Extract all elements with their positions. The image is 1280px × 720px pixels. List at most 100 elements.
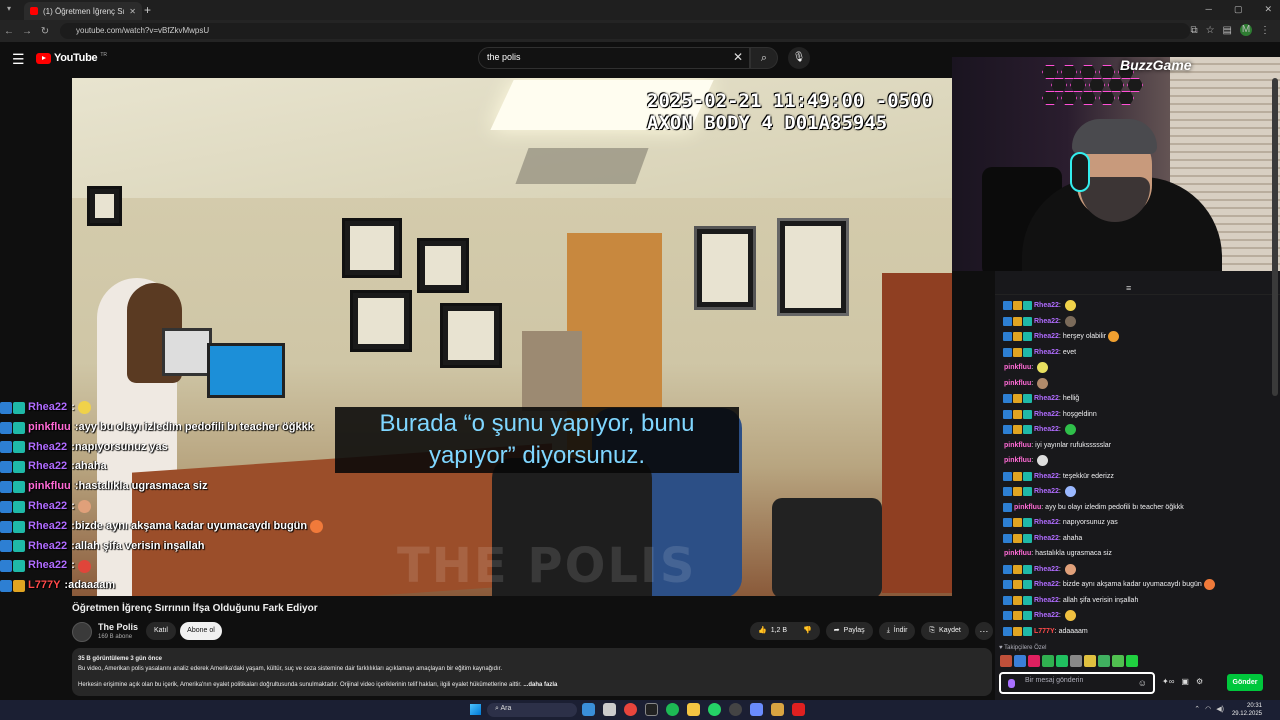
save-button[interactable]: ⎘ Kaydet xyxy=(921,622,969,640)
browser-menu-icon[interactable]: ⋮ xyxy=(1260,25,1270,36)
emote-icon[interactable] xyxy=(1042,655,1054,667)
more-options-icon[interactable]: ⋯ xyxy=(974,622,993,640)
chat-username[interactable]: Rhea22 xyxy=(1034,562,1059,578)
app-icon[interactable] xyxy=(750,703,763,716)
reload-icon[interactable]: ↻ xyxy=(36,26,54,37)
chat-username[interactable]: Rhea22 xyxy=(1034,484,1059,500)
wifi-icon[interactable]: ◠ xyxy=(1205,705,1211,713)
chat-username[interactable]: Rhea22 xyxy=(1034,593,1059,609)
minimize-icon[interactable]: ─ xyxy=(1206,4,1212,15)
chat-username[interactable]: pinkfluu xyxy=(1004,360,1031,376)
maximize-icon[interactable]: ▢ xyxy=(1234,4,1243,15)
chat-username[interactable]: Rhea22 xyxy=(1034,608,1059,624)
chat-username[interactable]: Rhea22 xyxy=(1034,469,1059,485)
dislike-button[interactable]: 👎 xyxy=(795,622,820,640)
browser-tab-active[interactable]: (1) Öğretmen İğrenç Sırrının İfş... ✕ xyxy=(24,2,142,20)
taskbar-clock[interactable]: 20:31 29.12.2025 xyxy=(1232,702,1262,718)
video-description[interactable]: 35 B görüntüleme 3 gün önce Bu video, Am… xyxy=(72,648,992,696)
volume-icon[interactable]: ◀) xyxy=(1216,705,1224,713)
chat-username[interactable]: Rhea22 xyxy=(1034,345,1059,361)
chat-username[interactable]: pinkfluu xyxy=(1004,376,1031,392)
chat-username[interactable]: Rhea22 xyxy=(28,497,67,517)
chat-username[interactable]: Rhea22 xyxy=(28,398,67,418)
windows-start-icon[interactable] xyxy=(470,704,481,715)
profile-avatar[interactable]: M xyxy=(1240,24,1252,36)
chat-username[interactable]: Rhea22 xyxy=(1034,391,1059,407)
chat-username[interactable]: Rhea22 xyxy=(1034,422,1059,438)
chat-username[interactable]: pinkfluu xyxy=(1004,453,1031,469)
chat-username[interactable]: Rhea22 xyxy=(1034,515,1059,531)
chat-username[interactable]: L777Y xyxy=(28,576,60,596)
tab-search-icon[interactable]: ▾ xyxy=(7,4,11,13)
explorer-icon[interactable] xyxy=(603,703,616,716)
taskbar-search[interactable]: ⌕ Ara xyxy=(487,703,577,717)
record-app-icon[interactable] xyxy=(792,703,805,716)
spotify-icon[interactable] xyxy=(666,703,679,716)
youtube-logo[interactable]: YouTube TR xyxy=(36,52,107,64)
close-tab-icon[interactable]: ✕ xyxy=(129,7,136,16)
emote-icon[interactable] xyxy=(1014,655,1026,667)
voice-search-icon[interactable]: 🎙 xyxy=(788,47,810,69)
task-view-icon[interactable] xyxy=(582,703,595,716)
send-button[interactable]: Gönder xyxy=(1227,674,1263,691)
gift-icon[interactable]: ▣ xyxy=(1181,677,1189,686)
hamburger-menu-icon[interactable]: ☰ xyxy=(12,51,25,68)
emote-icon[interactable] xyxy=(1112,655,1124,667)
chat-username[interactable]: Rhea22 xyxy=(28,438,67,458)
page-scrollbar[interactable] xyxy=(1272,78,1278,396)
channel-avatar[interactable] xyxy=(72,622,92,642)
steam-icon[interactable] xyxy=(729,703,742,716)
settings-gear-icon[interactable]: ⚙ xyxy=(1196,677,1203,686)
chat-username[interactable]: Rhea22 xyxy=(28,537,67,557)
chat-username[interactable]: pinkfluu xyxy=(28,477,71,497)
chat-username[interactable]: pinkfluu xyxy=(1004,438,1031,454)
whatsapp-icon[interactable] xyxy=(708,703,721,716)
cast-icon[interactable]: ⧉ xyxy=(1190,25,1197,36)
folder-icon[interactable] xyxy=(687,703,700,716)
back-icon[interactable]: ← xyxy=(0,26,18,37)
chat-username[interactable]: pinkfluu xyxy=(28,418,71,438)
chrome-icon[interactable] xyxy=(624,703,637,716)
chat-username[interactable]: Rhea22 xyxy=(1034,298,1059,314)
chat-username[interactable]: L777Y xyxy=(1034,624,1055,640)
new-tab-icon[interactable]: + xyxy=(144,3,151,17)
app-icon[interactable] xyxy=(771,703,784,716)
like-button[interactable]: 👍 1,2 B xyxy=(750,622,795,640)
chat-mic-icon[interactable] xyxy=(1008,679,1015,688)
chat-collapse-icon[interactable]: ≡ xyxy=(1126,283,1131,293)
extensions-icon[interactable]: ▤ xyxy=(1223,25,1232,36)
show-more-link[interactable]: ...daha fazla xyxy=(523,682,557,688)
join-button[interactable]: Katıl xyxy=(146,622,176,640)
emoji-picker-icon[interactable]: ☺ xyxy=(1138,678,1147,688)
chat-message-input[interactable]: Bir mesaj gönderin ☺ xyxy=(999,672,1155,694)
search-button[interactable]: ⌕ xyxy=(750,47,778,69)
emote-icon[interactable] xyxy=(1056,655,1068,667)
emote-icon[interactable] xyxy=(1070,655,1082,667)
forward-icon[interactable]: → xyxy=(18,26,36,37)
chat-username[interactable]: Rhea22 xyxy=(28,457,67,477)
channel-name[interactable]: The Polis xyxy=(98,622,138,632)
emote-icon[interactable] xyxy=(1084,655,1096,667)
bits-icon[interactable]: ✦∞ xyxy=(1162,677,1174,686)
chat-username[interactable]: Rhea22 xyxy=(1034,531,1059,547)
download-button[interactable]: ⤓ İndir xyxy=(878,622,916,640)
chat-username[interactable]: Rhea22 xyxy=(1034,329,1059,345)
chat-username[interactable]: Rhea22 xyxy=(1034,314,1059,330)
chat-username[interactable]: pinkfluu xyxy=(1014,500,1041,516)
chat-username[interactable]: Rhea22 xyxy=(28,517,67,537)
chat-username[interactable]: pinkfluu xyxy=(1004,546,1031,562)
chat-username[interactable]: Rhea22 xyxy=(1034,577,1059,593)
subscribe-button[interactable]: Abone ol xyxy=(180,622,222,640)
close-window-icon[interactable]: ✕ xyxy=(1264,4,1272,15)
emote-icon[interactable] xyxy=(1028,655,1040,667)
tray-chevron-icon[interactable]: ⌃ xyxy=(1194,705,1200,713)
emote-icon[interactable] xyxy=(1098,655,1110,667)
emote-icon[interactable] xyxy=(1126,655,1138,667)
search-input[interactable]: the polis ✕ xyxy=(478,47,750,69)
share-button[interactable]: ➦ Paylaş xyxy=(825,622,873,640)
url-field[interactable]: youtube.com/watch?v=vBfZkvMwpsU xyxy=(60,23,1190,39)
bookmark-star-icon[interactable]: ☆ xyxy=(1206,25,1215,36)
emote-icon[interactable] xyxy=(1000,655,1012,667)
app-icon[interactable] xyxy=(645,703,658,716)
clear-search-icon[interactable]: ✕ xyxy=(733,50,743,64)
